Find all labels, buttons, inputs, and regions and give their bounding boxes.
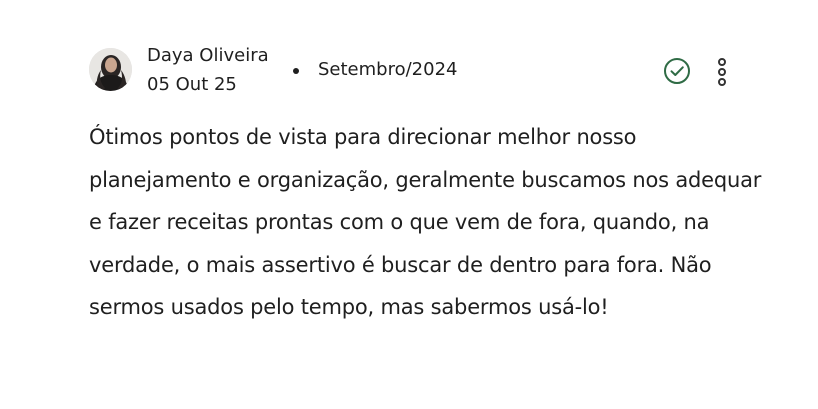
- author-name[interactable]: Daya Oliveira: [147, 45, 269, 67]
- post-date: 05 Out 25: [147, 74, 237, 95]
- comment-card: Daya Oliveira 05 Out 25 Setembro/2024 Ót…: [0, 0, 818, 409]
- comment-text: Ótimos pontos de vista para direcionar m…: [89, 125, 762, 319]
- period-label: Setembro/2024: [318, 59, 458, 80]
- separator-dot: [293, 68, 299, 74]
- avatar-photo-icon: [89, 48, 132, 91]
- avatar[interactable]: [89, 48, 132, 91]
- verified-button[interactable]: [662, 56, 692, 86]
- more-options-button[interactable]: [712, 56, 732, 88]
- check-circle-icon: [664, 58, 690, 84]
- more-vertical-icon: [718, 58, 726, 86]
